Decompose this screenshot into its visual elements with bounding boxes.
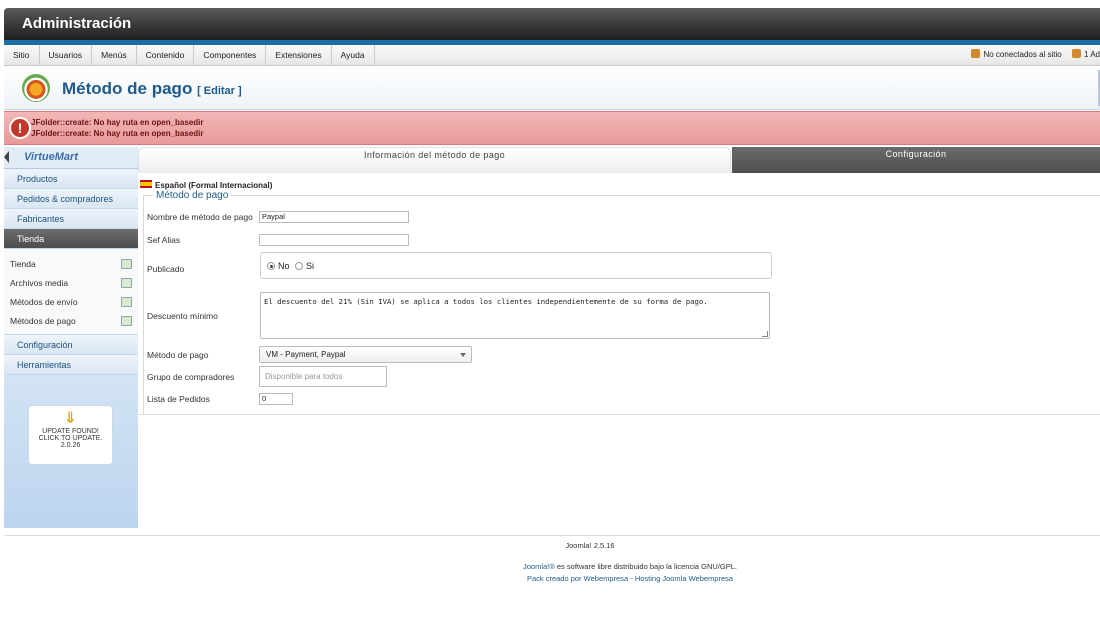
sidebar-item-herramientas[interactable]: Herramientas xyxy=(4,355,138,375)
error-message: JFolder::create: No hay ruta en open_bas… xyxy=(31,118,204,127)
page-title-bar: Método de pago [ Editar ] xyxy=(4,66,1100,110)
menu-item-ayuda[interactable]: Ayuda xyxy=(332,45,375,66)
status-area: No conectados al sitio 1 Ad xyxy=(963,45,1100,66)
language-label: Español (Formal Internacional) xyxy=(140,180,272,190)
menu-item-componentes[interactable]: Componentes xyxy=(194,45,267,66)
submenu-item-metodos-pago[interactable]: Métodos de pago xyxy=(4,312,138,331)
sidebar-item-productos[interactable]: Productos xyxy=(4,169,138,189)
edit-label: [ Editar ] xyxy=(197,85,242,97)
sidebar-item-pedidos[interactable]: Pedidos & compradores xyxy=(4,189,138,209)
admin-header: Administración xyxy=(4,8,1100,40)
admin-user-icon xyxy=(1071,49,1081,58)
shopper-group-input[interactable]: Disponible para todos xyxy=(259,366,387,387)
chevron-down-icon xyxy=(460,353,466,357)
published-label: Publicado xyxy=(147,264,185,274)
published-radio-group: No Si xyxy=(260,252,772,279)
sidebar-item-configuracion[interactable]: Configuración xyxy=(4,335,138,355)
download-arrow-icon: ⇓ xyxy=(63,410,78,427)
alias-label: Sef Alias xyxy=(147,235,181,245)
published-yes-option[interactable]: Si xyxy=(295,261,314,271)
store-icon xyxy=(121,259,132,269)
media-icon xyxy=(121,278,132,288)
discount-label: Descuento mínimo xyxy=(147,311,218,321)
tienda-submenu: Tienda Archivos media Métodos de envío M… xyxy=(4,249,138,335)
payment-method-icon xyxy=(22,74,50,102)
published-no-option[interactable]: No xyxy=(267,261,290,271)
name-input[interactable]: Paypal xyxy=(259,211,409,223)
page-title: Método de pago [ Editar ] xyxy=(62,79,242,98)
menu-item-usuarios[interactable]: Usuarios xyxy=(40,45,93,66)
resize-grip-icon[interactable] xyxy=(762,331,768,337)
menu-item-contenido[interactable]: Contenido xyxy=(137,45,195,66)
main-content: Información del método de pago Configura… xyxy=(138,147,1100,415)
menu-item-extensiones[interactable]: Extensiones xyxy=(266,45,332,66)
fieldset-legend: Método de pago xyxy=(153,190,232,201)
virtuemart-logo-bar: VirtueMart xyxy=(4,147,138,169)
menu-item-sitio[interactable]: Sitio xyxy=(4,45,40,66)
tab-configuracion[interactable]: Configuración xyxy=(732,147,1100,173)
radio-no[interactable] xyxy=(267,262,275,270)
joomla-version: Joomla! 2.5.16 xyxy=(565,541,615,550)
joomla-link[interactable]: Joomla!® xyxy=(523,562,555,571)
error-message: JFolder::create: No hay ruta en open_bas… xyxy=(31,129,204,138)
order-label: Lista de Pedidos xyxy=(147,394,210,404)
tab-informacion[interactable]: Información del método de pago xyxy=(138,147,731,173)
error-message-bar: ! JFolder::create: No hay ruta en open_b… xyxy=(4,111,1100,145)
submenu-item-archivos-media[interactable]: Archivos media xyxy=(4,274,138,293)
group-label: Grupo de compradores xyxy=(147,372,235,382)
admin-title: Administración xyxy=(22,15,132,32)
error-icon: ! xyxy=(9,117,31,139)
admins-status[interactable]: 1 Ad xyxy=(1071,49,1100,59)
license-text: Joomla!® es software libre distribuido b… xyxy=(523,562,737,571)
submenu-item-metodos-envio[interactable]: Métodos de envío xyxy=(4,293,138,312)
discount-textarea[interactable]: El descuento del 21% (Sin IVA) se aplica… xyxy=(260,292,770,339)
menu-item-menus[interactable]: Menús xyxy=(92,45,137,66)
pack-credits: Pack creado por Webempresa - Hosting Joo… xyxy=(526,574,734,583)
webempresa-link[interactable]: Webempresa xyxy=(584,574,628,583)
submenu-item-tienda[interactable]: Tienda xyxy=(4,255,138,274)
sidebar-item-tienda[interactable]: Tienda xyxy=(4,229,138,249)
order-input[interactable]: 0 xyxy=(259,393,293,405)
virtuemart-sidebar: VirtueMart Productos Pedidos & comprador… xyxy=(4,147,138,528)
collapse-sidebar-icon[interactable] xyxy=(4,151,9,163)
radio-yes[interactable] xyxy=(295,262,303,270)
name-label: Nombre de método de pago xyxy=(147,212,253,222)
sidebar-item-fabricantes[interactable]: Fabricantes xyxy=(4,209,138,229)
update-button[interactable]: ⇓ UPDATE FOUND! CLICK TO UPDATE. 2.0.26 xyxy=(28,405,113,465)
alias-input[interactable] xyxy=(259,234,409,246)
tab-bar: Información del método de pago Configura… xyxy=(138,147,1100,173)
footer-divider xyxy=(4,535,1100,536)
hosting-link[interactable]: Hosting Joomla Webempresa xyxy=(635,574,733,583)
virtuemart-logo: VirtueMart xyxy=(24,151,78,163)
shipment-icon xyxy=(121,297,132,307)
spain-flag-icon xyxy=(140,180,152,188)
payment-icon xyxy=(121,316,132,326)
users-icon xyxy=(971,49,981,58)
payment-method-select[interactable]: VM - Payment, Paypal xyxy=(259,346,472,363)
main-menu-bar: Sitio Usuarios Menús Contenido Component… xyxy=(4,45,1100,66)
method-label: Método de pago xyxy=(147,350,209,360)
not-connected-status[interactable]: No conectados al sitio xyxy=(971,49,1062,59)
